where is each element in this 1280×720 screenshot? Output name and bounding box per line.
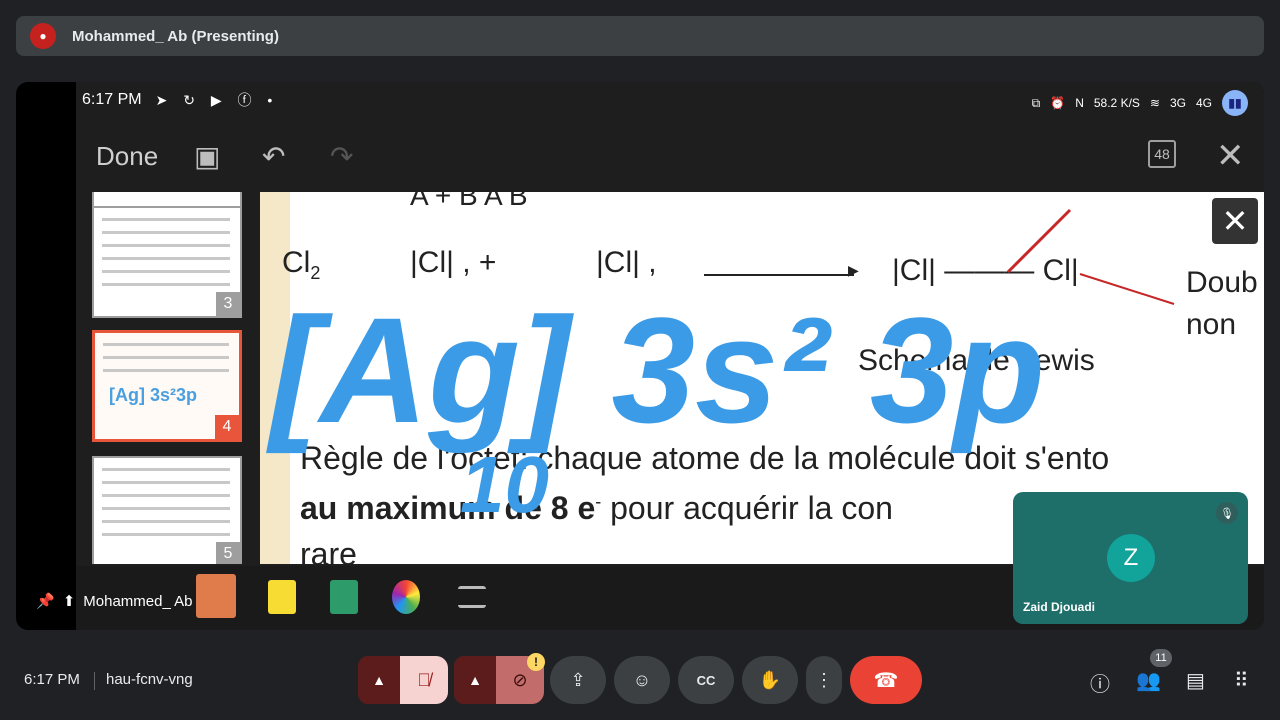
cast-icon: ⧉ xyxy=(1031,95,1041,110)
signal-3g: 3G xyxy=(1169,96,1186,110)
speaking-indicator-icon: ▮▮ xyxy=(1222,90,1248,116)
present-icon: ⬆ xyxy=(62,593,76,610)
nfc-icon: N xyxy=(1075,96,1084,110)
page-count-button[interactable]: 48 xyxy=(1148,140,1176,168)
chat-icon[interactable]: ▤ xyxy=(1186,668,1205,693)
red-arrow-2 xyxy=(1079,273,1175,305)
mic-off-button[interactable]: 🎙̸ xyxy=(400,656,448,704)
mic-control: ▲ 🎙̸ xyxy=(358,656,448,704)
activities-grid-icon[interactable]: ⠿ xyxy=(1234,668,1249,693)
leave-call-button[interactable]: ☎ xyxy=(850,656,922,704)
net-speed: 58.2 K/S xyxy=(1093,96,1140,110)
mic-off-icon: 🎙 xyxy=(1216,502,1238,524)
done-button[interactable]: Done xyxy=(96,141,158,172)
red-arrow-1 xyxy=(1006,208,1072,274)
more-options-button[interactable]: ⋮ xyxy=(806,656,842,704)
handwriting-ink-sub: 10 xyxy=(460,440,549,529)
present-screen-button[interactable]: ⇪ xyxy=(550,656,606,704)
raise-hand-button[interactable]: ✋ xyxy=(742,656,798,704)
notification-icons: ➤ ↻ ▶ ⓕ • xyxy=(155,92,279,108)
eraser-tool[interactable] xyxy=(330,580,358,614)
close-icon[interactable]: ✕ xyxy=(1216,136,1245,176)
participant-tile[interactable]: 🎙 Z Zaid Djouadi xyxy=(1013,492,1248,624)
wifi-icon: ≋ xyxy=(1149,96,1160,110)
captions-button[interactable]: CC xyxy=(678,656,734,704)
thumbnail-number: 4 xyxy=(215,415,239,439)
slide-thumbnail-4[interactable]: [Ag] 3s²3p 4 xyxy=(92,330,242,442)
thumbnail-handwriting: [Ag] 3s²3p xyxy=(109,385,198,405)
divider xyxy=(94,672,95,690)
editor-toolbar: Done ▣ ↶ ↷ 48 ✕ xyxy=(76,128,1264,184)
info-icon[interactable]: ⓘ xyxy=(1090,668,1110,697)
presenter-name: Mohammed_ Ab xyxy=(83,592,193,610)
warning-icon: ! xyxy=(527,653,545,671)
camera-options-chevron-icon[interactable]: ▲ xyxy=(454,656,496,704)
meeting-time: 6:17 PM xyxy=(24,671,80,688)
status-right-icons: ⧉ ⏰ N 58.2 K/S ≋ 3G 4G ▮▮ xyxy=(1032,90,1248,116)
presenting-title: Mohammed_ Ab (Presenting) xyxy=(72,27,279,45)
handwriting-ink: [Ag] 3s² 3p xyxy=(266,286,1045,454)
mic-options-chevron-icon[interactable]: ▲ xyxy=(358,656,400,704)
signal-4g: 4G xyxy=(1195,96,1212,110)
slide-thumbnail-3[interactable]: 3 xyxy=(92,206,242,318)
meeting-code: hau-fcnv-vng xyxy=(106,671,193,688)
pen-tool[interactable] xyxy=(196,574,236,618)
alarm-icon: ⏰ xyxy=(1050,96,1066,110)
emoji-reaction-button[interactable]: ☺ xyxy=(614,656,670,704)
participant-name: Zaid Djouadi xyxy=(1023,600,1095,614)
highlighter-tool[interactable] xyxy=(268,580,296,614)
slide-thumbnail-5[interactable]: 5 xyxy=(92,456,242,564)
undo-icon[interactable]: ↶ xyxy=(262,140,285,173)
color-picker-icon[interactable] xyxy=(392,580,420,614)
phone-status-time: 6:17 PM xyxy=(82,91,142,108)
thumbnail-number: 3 xyxy=(216,292,240,316)
people-count-badge: 11 xyxy=(1150,649,1172,667)
people-icon[interactable]: 👥 xyxy=(1136,668,1161,693)
participant-avatar: Z xyxy=(1107,534,1155,582)
presenter-avatar: ● xyxy=(30,23,56,49)
presenter-label: 📌 ⬆ Mohammed_ Ab xyxy=(36,592,193,611)
redo-icon[interactable]: ↷ xyxy=(330,140,353,173)
thumbnail-number: 5 xyxy=(216,542,240,564)
pin-icon: 📌 xyxy=(36,593,55,610)
phone-status-bar: 6:17 PM ➤ ↻ ▶ ⓕ • ⧉ ⏰ N 58.2 K/S ≋ 3G 4G… xyxy=(76,82,1264,118)
save-icon[interactable]: ▣ xyxy=(194,140,220,173)
meeting-controls: 6:17 PM hau-fcnv-vng ▲ 🎙̸ ▲ ⊘ ! ⇪ ☺ CC ✋… xyxy=(0,640,1280,720)
slide-thumbnails: 3 [Ag] 3s²3p 4 5 xyxy=(90,192,246,564)
stroke-width-icon[interactable] xyxy=(458,586,486,608)
presenting-banner: ● Mohammed_ Ab (Presenting) xyxy=(16,16,1264,56)
slide-close-button[interactable]: ✕ xyxy=(1212,198,1258,244)
